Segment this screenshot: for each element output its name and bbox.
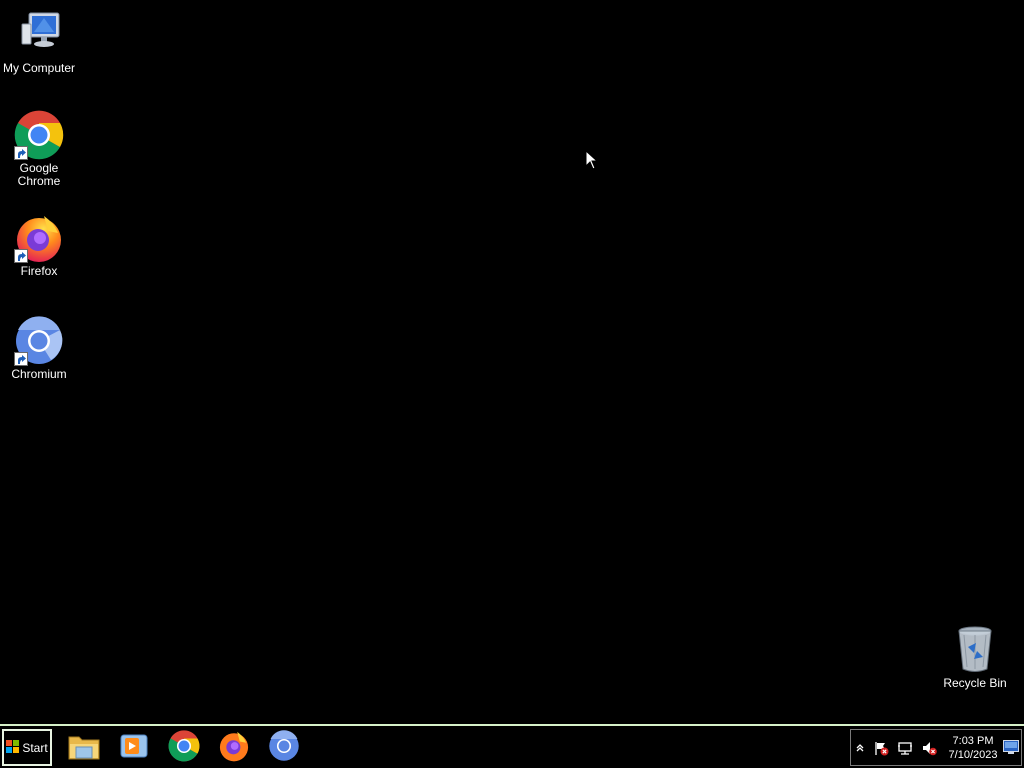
firefox-icon — [14, 213, 64, 263]
shortcut-arrow-icon — [14, 352, 28, 366]
taskbar-firefox[interactable] — [214, 730, 254, 766]
start-label: Start — [22, 740, 48, 755]
desktop-icon-label: Google Chrome — [17, 161, 61, 188]
network-icon[interactable] — [897, 740, 913, 756]
desktop-icon-chromium[interactable]: Chromium — [0, 316, 78, 381]
system-tray: 7:03 PM 7/10/2023 — [850, 729, 1022, 766]
recycle-bin-icon — [950, 625, 1000, 675]
start-button[interactable]: Start — [2, 729, 52, 766]
desktop-icon-google-chrome[interactable]: Google Chrome — [0, 110, 78, 188]
desktop-icon-firefox[interactable]: Firefox — [0, 213, 78, 278]
desktop-icon-label: Chromium — [11, 367, 67, 381]
shortcut-arrow-icon — [14, 249, 28, 263]
clock-time: 7:03 PM — [952, 735, 994, 747]
taskbar-chromium[interactable] — [264, 729, 304, 767]
media-player-icon — [119, 732, 149, 765]
taskbar: Start 7:03 PM 7/10/2023 — [0, 724, 1024, 768]
taskbar-file-explorer[interactable] — [64, 730, 104, 766]
desktop-icon-label: My Computer — [2, 61, 76, 75]
volume-muted-icon[interactable] — [921, 740, 937, 756]
chromium-icon — [268, 729, 300, 767]
desktop-icon-label: Recycle Bin — [943, 676, 1007, 690]
chromium-icon — [14, 316, 64, 366]
chrome-icon — [14, 110, 64, 160]
firefox-icon — [218, 730, 250, 767]
taskbar-chrome[interactable] — [164, 729, 204, 767]
clock[interactable]: 7:03 PM 7/10/2023 — [943, 734, 1003, 762]
windows-logo-icon — [6, 739, 20, 756]
my-computer-icon — [14, 10, 64, 60]
taskbar-media-player[interactable] — [114, 730, 154, 766]
file-explorer-icon — [67, 731, 101, 766]
desktop-icon-label: Firefox — [20, 264, 58, 278]
mouse-cursor-icon — [585, 149, 599, 175]
show-hidden-icons-chevron[interactable] — [855, 740, 865, 756]
desktop-icon-my-computer[interactable]: My Computer — [0, 10, 78, 75]
chrome-icon — [168, 729, 200, 767]
clock-date: 7/10/2023 — [948, 749, 998, 761]
desktop-icon-recycle-bin[interactable]: Recycle Bin — [936, 625, 1014, 690]
action-center-flag-icon[interactable] — [873, 740, 889, 756]
desktop[interactable]: My Computer Google Chrome Firefox Chromi… — [0, 0, 1024, 724]
shortcut-arrow-icon — [14, 146, 28, 160]
show-desktop-icon[interactable] — [1003, 740, 1019, 754]
